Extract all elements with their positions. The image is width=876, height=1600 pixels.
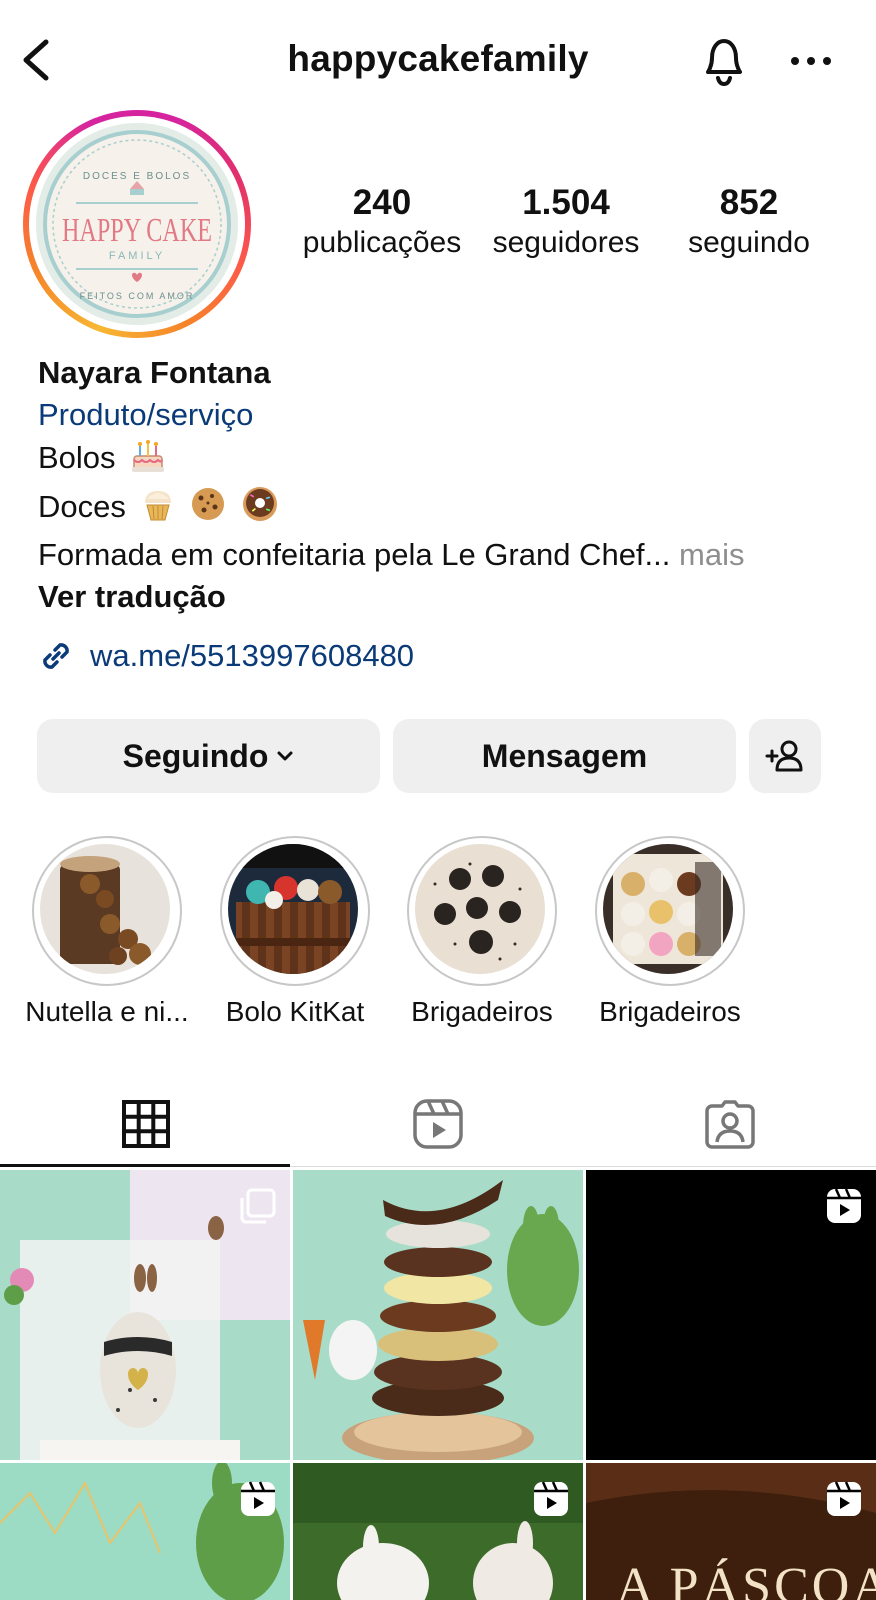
following-button[interactable]: Seguindo [37, 719, 380, 793]
bio-line2-text: Doces [38, 489, 126, 524]
tagged-person-icon [705, 1100, 755, 1149]
tab-tagged[interactable] [584, 1078, 876, 1170]
bio-line1-text: Bolos [38, 440, 116, 475]
link-url: wa.me/5513997608480 [90, 638, 415, 673]
following-count: 852 [719, 183, 779, 222]
highlight-cover [228, 844, 358, 974]
highlight-label: Bolo KitKat [225, 996, 365, 1027]
chevron-down-icon [277, 751, 293, 761]
following-label: seguindo [688, 226, 810, 259]
website-link[interactable]: wa.me/5513997608480 [36, 634, 414, 678]
message-button[interactable]: Mensagem [393, 719, 736, 793]
grid-post-caption: A PÁSCOA [616, 1557, 876, 1600]
more-options-icon[interactable] [788, 46, 834, 76]
reel-badge-icon [827, 1188, 861, 1223]
cupcake-icon [139, 485, 177, 534]
avatar: DOCES E BOLOS HAPPY CAKE FAMILY FEITOS C… [36, 123, 238, 325]
bio-line-doces: Doces [38, 485, 858, 534]
grid-post[interactable]: A PÁSCOA [586, 1463, 876, 1600]
logo-bottom-text: FEITOS COM AMOR [80, 291, 195, 301]
reel-badge-icon [534, 1481, 568, 1516]
bio-line-education: Formada em confeitaria pela Le Grand Che… [38, 534, 858, 576]
reel-badge-icon [241, 1481, 275, 1516]
reels-icon [413, 1099, 463, 1149]
profile-header: happycakefamily [0, 0, 876, 120]
bio-line-bolos: Bolos [38, 436, 858, 485]
donut-icon [240, 485, 280, 534]
grid-post[interactable] [293, 1463, 583, 1600]
carousel-icon [240, 1188, 276, 1224]
followers-count: 1.504 [522, 183, 610, 222]
grid-post[interactable] [586, 1170, 876, 1460]
following-stat[interactable]: 852 seguindo [654, 182, 844, 262]
profile-bio: Nayara Fontana Produto/serviço Bolos Doc… [38, 352, 858, 618]
posts-stat[interactable]: 240 publicações [287, 182, 477, 262]
following-button-label: Seguindo [122, 737, 269, 774]
bio-line3-text: Formada em confeitaria pela Le Grand Che… [38, 537, 671, 572]
display-name: Nayara Fontana [38, 355, 271, 390]
category-label[interactable]: Produto/serviço [38, 394, 858, 436]
active-tab-indicator [0, 1164, 290, 1167]
profile-tabs [0, 1078, 876, 1170]
logo-main-text: HAPPY CAKE [62, 212, 212, 249]
highlight-cover [415, 844, 545, 974]
logo-sub-text: FAMILY [109, 250, 165, 262]
add-person-icon [765, 740, 803, 772]
story-ring[interactable]: DOCES E BOLOS HAPPY CAKE FAMILY FEITOS C… [23, 110, 251, 338]
message-button-label: Mensagem [481, 737, 648, 774]
followers-stat[interactable]: 1.504 seguidores [471, 182, 661, 262]
highlight-label: Brigadeiros [411, 996, 553, 1027]
cookie-icon [189, 485, 227, 534]
highlight-label: Brigadeiros [599, 996, 741, 1027]
see-translation-link[interactable]: Ver tradução [38, 576, 858, 618]
followers-label: seguidores [492, 226, 640, 259]
logo-top-text: DOCES E BOLOS [83, 171, 191, 182]
tab-reels[interactable] [292, 1078, 584, 1170]
birthday-cake-icon [128, 436, 168, 485]
reel-badge-icon [827, 1481, 861, 1516]
link-icon [43, 643, 69, 669]
grid-post[interactable] [293, 1170, 583, 1460]
bell-icon[interactable] [698, 32, 750, 88]
grid-icon [122, 1100, 170, 1148]
highlight-cover [603, 844, 733, 974]
highlight-label: Nutella e ni... [25, 996, 189, 1027]
highlight-cover [40, 844, 170, 974]
grid-post[interactable] [0, 1463, 290, 1600]
posts-label: publicações [302, 226, 462, 259]
posts-count: 240 [352, 183, 412, 222]
tab-posts-grid[interactable] [0, 1078, 292, 1170]
grid-post[interactable] [0, 1170, 290, 1460]
suggest-people-button[interactable] [749, 719, 821, 793]
bio-more-link[interactable]: mais [679, 537, 744, 572]
posts-grid: A PÁSCOA [0, 1170, 876, 1600]
